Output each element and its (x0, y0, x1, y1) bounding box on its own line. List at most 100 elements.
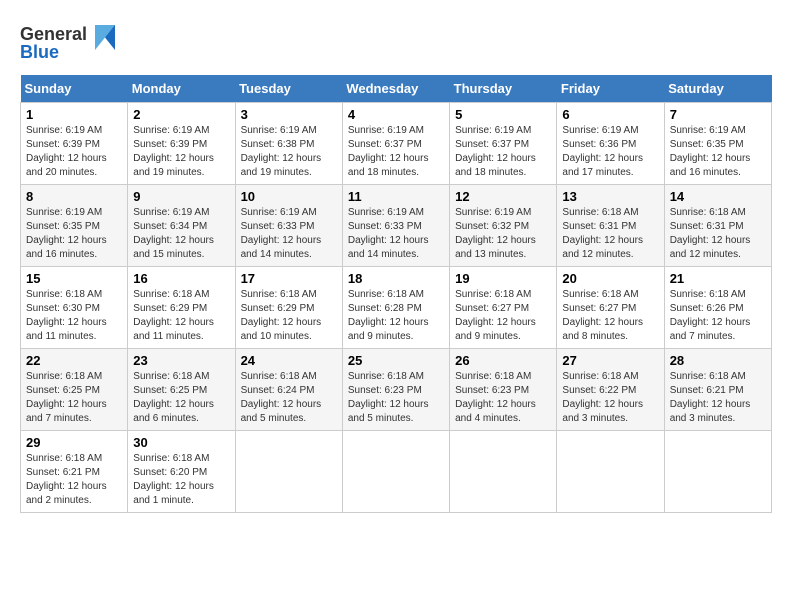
day-number: 2 (133, 107, 229, 122)
calendar-day-cell: 3 Sunrise: 6:19 AM Sunset: 6:38 PM Daylig… (235, 103, 342, 185)
day-number: 20 (562, 271, 658, 286)
calendar-day-cell: 11 Sunrise: 6:19 AM Sunset: 6:33 PM Dayli… (342, 185, 449, 267)
calendar-day-cell: 8 Sunrise: 6:19 AM Sunset: 6:35 PM Daylig… (21, 185, 128, 267)
day-number: 24 (241, 353, 337, 368)
empty-cell (235, 431, 342, 513)
weekday-header: Sunday (21, 75, 128, 103)
day-info: Sunrise: 6:19 AM Sunset: 6:35 PM Dayligh… (670, 124, 766, 180)
calendar-day-cell: 19Sunrise: 6:18 AM Sunset: 6:27 PM Dayli… (450, 267, 557, 349)
day-info: Sunrise: 6:19 AM Sunset: 6:37 PM Dayligh… (348, 124, 444, 180)
day-info: Sunrise: 6:18 AM Sunset: 6:31 PM Dayligh… (562, 206, 658, 262)
day-info: Sunrise: 6:18 AM Sunset: 6:25 PM Dayligh… (26, 370, 122, 426)
calendar-day-cell: 16 Sunrise: 6:18 AM Sunset: 6:29 PM Dayli… (128, 267, 235, 349)
day-number: 3 (241, 107, 337, 122)
calendar-day-cell: 28 Sunrise: 6:18 AM Sunset: 6:21 PM Dayli… (664, 349, 771, 431)
day-info: Sunrise: 6:19 AM Sunset: 6:33 PM Dayligh… (241, 206, 337, 262)
weekday-header: Thursday (450, 75, 557, 103)
weekday-header: Monday (128, 75, 235, 103)
calendar-day-cell: 12 Sunrise: 6:19 AM Sunset: 6:32 PM Dayli… (450, 185, 557, 267)
day-number: 27 (562, 353, 658, 368)
calendar-day-cell: 23 Sunrise: 6:18 AM Sunset: 6:25 PM Dayli… (128, 349, 235, 431)
day-info: Sunrise: 6:19 AM Sunset: 6:32 PM Dayligh… (455, 206, 551, 262)
day-info: Sunrise: 6:18 AM Sunset: 6:22 PM Dayligh… (562, 370, 658, 426)
calendar-day-cell: 15 Sunrise: 6:18 AM Sunset: 6:30 PM Dayli… (21, 267, 128, 349)
day-number: 19 (455, 271, 551, 286)
logo-icon: General Blue (20, 20, 120, 65)
day-info: Sunrise: 6:18 AM Sunset: 6:25 PM Dayligh… (133, 370, 229, 426)
calendar-day-cell: 9 Sunrise: 6:19 AM Sunset: 6:34 PM Daylig… (128, 185, 235, 267)
day-number: 22 (26, 353, 122, 368)
day-info: Sunrise: 6:19 AM Sunset: 6:34 PM Dayligh… (133, 206, 229, 262)
day-info: Sunrise: 6:19 AM Sunset: 6:39 PM Dayligh… (26, 124, 122, 180)
calendar-day-cell: 18 Sunrise: 6:18 AM Sunset: 6:28 PM Dayli… (342, 267, 449, 349)
day-info: Sunrise: 6:18 AM Sunset: 6:29 PM Dayligh… (241, 288, 337, 344)
day-number: 12 (455, 189, 551, 204)
day-number: 6 (562, 107, 658, 122)
day-info: Sunrise: 6:18 AM Sunset: 6:23 PM Dayligh… (348, 370, 444, 426)
calendar-day-cell: 26 Sunrise: 6:18 AM Sunset: 6:23 PM Dayli… (450, 349, 557, 431)
day-info: Sunrise: 6:19 AM Sunset: 6:38 PM Dayligh… (241, 124, 337, 180)
weekday-header: Friday (557, 75, 664, 103)
day-number: 7 (670, 107, 766, 122)
weekday-header: Saturday (664, 75, 771, 103)
day-number: 5 (455, 107, 551, 122)
day-number: 1 (26, 107, 122, 122)
day-info: Sunrise: 6:18 AM Sunset: 6:21 PM Dayligh… (26, 452, 122, 508)
calendar-day-cell: 14Sunrise: 6:18 AM Sunset: 6:31 PM Dayli… (664, 185, 771, 267)
day-number: 17 (241, 271, 337, 286)
calendar-day-cell: 20 Sunrise: 6:18 AM Sunset: 6:27 PM Dayli… (557, 267, 664, 349)
empty-cell (342, 431, 449, 513)
day-number: 29 (26, 435, 122, 450)
day-info: Sunrise: 6:18 AM Sunset: 6:21 PM Dayligh… (670, 370, 766, 426)
day-info: Sunrise: 6:19 AM Sunset: 6:35 PM Dayligh… (26, 206, 122, 262)
empty-cell (664, 431, 771, 513)
day-number: 16 (133, 271, 229, 286)
calendar-week-row: 1 Sunrise: 6:19 AM Sunset: 6:39 PM Daylig… (21, 103, 772, 185)
calendar-day-cell: 21 Sunrise: 6:18 AM Sunset: 6:26 PM Dayli… (664, 267, 771, 349)
calendar-day-cell: 1 Sunrise: 6:19 AM Sunset: 6:39 PM Daylig… (21, 103, 128, 185)
day-info: Sunrise: 6:18 AM Sunset: 6:30 PM Dayligh… (26, 288, 122, 344)
day-number: 30 (133, 435, 229, 450)
day-info: Sunrise: 6:18 AM Sunset: 6:27 PM Dayligh… (562, 288, 658, 344)
weekday-header: Wednesday (342, 75, 449, 103)
day-number: 8 (26, 189, 122, 204)
day-number: 26 (455, 353, 551, 368)
calendar-day-cell: 22 Sunrise: 6:18 AM Sunset: 6:25 PM Dayli… (21, 349, 128, 431)
calendar-day-cell: 7 Sunrise: 6:19 AM Sunset: 6:35 PM Daylig… (664, 103, 771, 185)
day-number: 4 (348, 107, 444, 122)
day-number: 15 (26, 271, 122, 286)
day-info: Sunrise: 6:18 AM Sunset: 6:29 PM Dayligh… (133, 288, 229, 344)
calendar-week-row: 22 Sunrise: 6:18 AM Sunset: 6:25 PM Dayli… (21, 349, 772, 431)
empty-cell (450, 431, 557, 513)
day-number: 23 (133, 353, 229, 368)
day-info: Sunrise: 6:19 AM Sunset: 6:37 PM Dayligh… (455, 124, 551, 180)
day-info: Sunrise: 6:18 AM Sunset: 6:28 PM Dayligh… (348, 288, 444, 344)
calendar-day-cell: 17 Sunrise: 6:18 AM Sunset: 6:29 PM Dayli… (235, 267, 342, 349)
day-info: Sunrise: 6:19 AM Sunset: 6:33 PM Dayligh… (348, 206, 444, 262)
calendar-day-cell: 2 Sunrise: 6:19 AM Sunset: 6:39 PM Daylig… (128, 103, 235, 185)
calendar-day-cell: 5 Sunrise: 6:19 AM Sunset: 6:37 PM Daylig… (450, 103, 557, 185)
calendar-day-cell: 4 Sunrise: 6:19 AM Sunset: 6:37 PM Daylig… (342, 103, 449, 185)
day-info: Sunrise: 6:19 AM Sunset: 6:36 PM Dayligh… (562, 124, 658, 180)
day-number: 13 (562, 189, 658, 204)
calendar-day-cell: 30 Sunrise: 6:18 AM Sunset: 6:20 PM Dayli… (128, 431, 235, 513)
svg-text:General: General (20, 24, 87, 44)
day-info: Sunrise: 6:18 AM Sunset: 6:26 PM Dayligh… (670, 288, 766, 344)
day-info: Sunrise: 6:19 AM Sunset: 6:39 PM Dayligh… (133, 124, 229, 180)
day-number: 21 (670, 271, 766, 286)
calendar-week-row: 8 Sunrise: 6:19 AM Sunset: 6:35 PM Daylig… (21, 185, 772, 267)
day-number: 28 (670, 353, 766, 368)
day-info: Sunrise: 6:18 AM Sunset: 6:23 PM Dayligh… (455, 370, 551, 426)
day-number: 9 (133, 189, 229, 204)
calendar-day-cell: 27 Sunrise: 6:18 AM Sunset: 6:22 PM Dayli… (557, 349, 664, 431)
svg-text:Blue: Blue (20, 42, 59, 62)
calendar-week-row: 15 Sunrise: 6:18 AM Sunset: 6:30 PM Dayli… (21, 267, 772, 349)
day-number: 25 (348, 353, 444, 368)
day-number: 18 (348, 271, 444, 286)
day-info: Sunrise: 6:18 AM Sunset: 6:20 PM Dayligh… (133, 452, 229, 508)
day-number: 11 (348, 189, 444, 204)
calendar-day-cell: 6 Sunrise: 6:19 AM Sunset: 6:36 PM Daylig… (557, 103, 664, 185)
calendar: SundayMondayTuesdayWednesdayThursdayFrid… (20, 75, 772, 513)
empty-cell (557, 431, 664, 513)
calendar-day-cell: 13 Sunrise: 6:18 AM Sunset: 6:31 PM Dayli… (557, 185, 664, 267)
